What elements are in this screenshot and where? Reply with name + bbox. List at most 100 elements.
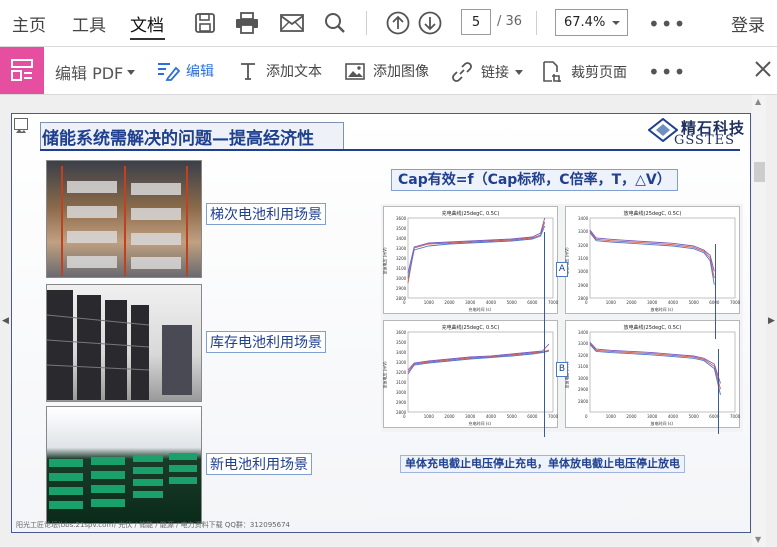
add-image-label: 添加图像 — [373, 64, 429, 80]
charge-discharge-note: 单体充电截止电压停止充电，单体放电截止电压停止放电 — [400, 455, 685, 473]
scrollbar-thumb[interactable] — [754, 162, 765, 182]
y-tick-label: 2800 — [396, 410, 407, 415]
x-axis-label: 放电时间 (s) — [650, 307, 673, 312]
x-tick-label: 4000 — [485, 300, 497, 305]
x-tick-label: 2000 — [626, 300, 637, 305]
x-tick-label: 6000 — [527, 300, 538, 305]
toolbar-divider — [366, 11, 367, 35]
next-page-icon[interactable] — [417, 10, 443, 36]
save-icon[interactable] — [192, 10, 218, 36]
y-tick-label: 3200 — [578, 242, 589, 248]
slide-footer: 阳光工匠论坛(bbs.21spv.com) 光伏 / 储能 / 能源 / 电力资… — [16, 521, 290, 529]
edit-panel-icon — [11, 59, 33, 81]
x-tick-label: 2000 — [444, 414, 455, 419]
x-tick-label: 7000 — [730, 300, 741, 305]
y-tick-label: 2800 — [578, 398, 589, 404]
print-icon[interactable] — [234, 10, 260, 36]
close-icon[interactable] — [754, 60, 772, 82]
edit-text-icon — [158, 63, 180, 81]
x-tick-label: 5000 — [506, 414, 517, 419]
link-menu[interactable]: 链接 — [451, 61, 523, 83]
crop-page-button[interactable]: 裁剪页面 — [541, 61, 627, 83]
search-icon[interactable] — [322, 10, 348, 36]
x-axis-label: 放电时间 (s) — [650, 421, 673, 426]
menu-tools[interactable]: 工具 — [72, 11, 106, 36]
x-tick-label: 0 — [585, 414, 588, 419]
edit-pdf-menu[interactable]: 编辑 PDF — [55, 60, 136, 84]
y-tick-label: 2900 — [578, 282, 589, 288]
chevron-down-icon — [515, 69, 523, 75]
chevron-down-icon — [127, 69, 136, 75]
edit-panel-toggle[interactable] — [0, 47, 44, 94]
cutoff-reference-line — [544, 232, 545, 437]
image-icon — [345, 62, 365, 80]
crop-page-label: 裁剪页面 — [571, 65, 627, 81]
plot-frame — [407, 217, 554, 299]
chart-plot — [407, 217, 554, 299]
add-image-button[interactable]: 添加图像 — [345, 61, 429, 81]
y-tick-label: 3400 — [396, 350, 407, 355]
page-total: / 36 — [497, 14, 523, 29]
add-text-label: 添加文本 — [266, 64, 322, 80]
series-line — [407, 225, 546, 279]
x-tick-label: 3000 — [465, 300, 476, 305]
edit-button[interactable]: 编辑 — [156, 61, 214, 81]
right-panel-arrow-icon[interactable]: ▶ — [768, 316, 775, 326]
y-tick-label: 2900 — [396, 286, 407, 291]
chart-1: 充电曲线(25degC, 0.5C) 0 1000 2000 3000 4000 5000 6… — [383, 206, 558, 314]
edit-pdf-label: 编辑 PDF — [55, 64, 124, 83]
edit-label: 编辑 — [186, 64, 214, 80]
series-line — [407, 350, 550, 375]
x-tick-label: 4000 — [667, 300, 679, 305]
y-tick-label: 3100 — [578, 364, 589, 370]
x-tick-label: 5000 — [688, 414, 699, 419]
cutoff-reference-line — [715, 244, 716, 339]
menu-home[interactable]: 主页 — [12, 11, 46, 36]
y-tick-label: 3200 — [396, 256, 407, 261]
x-tick-label: 5000 — [506, 300, 517, 305]
zoom-select[interactable]: 67.4% — [555, 9, 628, 36]
add-text-button[interactable]: 添加文本 — [239, 61, 322, 81]
series-line — [589, 229, 715, 272]
series-line — [589, 341, 721, 384]
menu-document[interactable]: 文档 — [130, 11, 164, 36]
x-tick-label: 4000 — [667, 414, 679, 419]
marker-a: A — [556, 262, 568, 277]
x-tick-label: 7000 — [548, 300, 559, 305]
y-tick-label: 3600 — [396, 330, 407, 335]
mail-icon[interactable] — [279, 10, 305, 36]
y-tick-label: 3100 — [396, 266, 407, 271]
y-tick-label: 3300 — [578, 341, 589, 347]
y-tick-label: 3400 — [578, 216, 589, 221]
y-axis-label: 单体电压 (mV) — [382, 247, 388, 275]
x-tick-label: 7000 — [730, 414, 741, 419]
page-number-input[interactable]: 5 — [461, 9, 491, 35]
scroll-up-arrow-icon[interactable]: ▲ — [755, 97, 761, 106]
y-tick-label: 3000 — [578, 269, 589, 275]
y-tick-label: 3500 — [396, 340, 407, 345]
login-link[interactable]: 登录 — [731, 11, 765, 36]
x-tick-label: 1000 — [423, 300, 434, 305]
y-tick-label: 3300 — [396, 246, 407, 251]
y-tick-label: 3000 — [396, 276, 407, 281]
x-tick-label: 3000 — [647, 414, 658, 419]
x-tick-label: 6000 — [527, 414, 538, 419]
left-panel-arrow-icon[interactable]: ◀ — [2, 316, 9, 326]
y-tick-label: 3300 — [396, 360, 407, 365]
y-tick-label: 3600 — [396, 216, 407, 221]
link-icon — [452, 62, 472, 82]
x-tick-label: 3000 — [647, 300, 658, 305]
y-tick-label: 2900 — [578, 387, 589, 393]
series-line — [589, 231, 715, 279]
x-tick-label: 1000 — [605, 300, 616, 305]
chart-3: 充电曲线(25degC, 0.5C) 0 1000 2000 3000 4000 5000 6… — [383, 320, 558, 428]
previous-page-icon[interactable] — [385, 10, 411, 36]
scroll-down-arrow-icon[interactable]: ▼ — [755, 535, 761, 544]
plot-frame — [589, 331, 736, 413]
x-tick-label: 3000 — [465, 414, 476, 419]
more-options-icon[interactable]: ••• — [648, 12, 686, 36]
y-tick-label: 3200 — [578, 352, 589, 358]
y-tick-label: 3400 — [396, 236, 407, 241]
more-tools-icon[interactable]: ••• — [648, 60, 686, 84]
series-line — [407, 343, 550, 371]
